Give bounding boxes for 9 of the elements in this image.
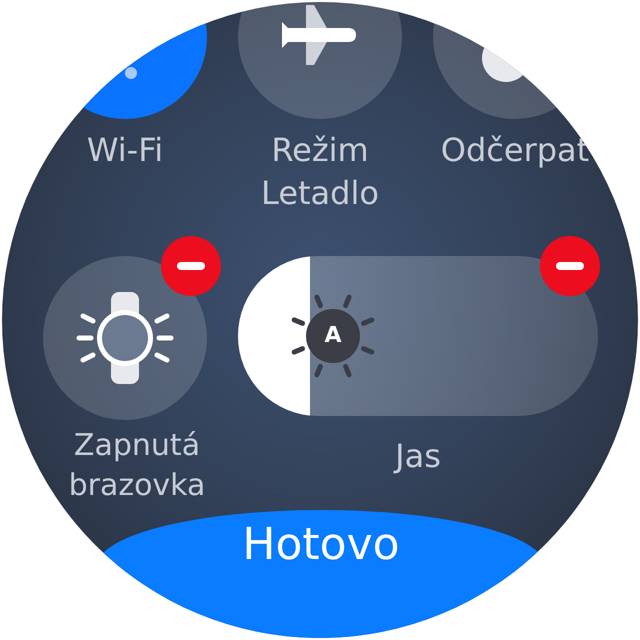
auto-brightness-label: A: [323, 322, 343, 350]
brightness-slider[interactable]: A: [238, 256, 598, 416]
dot-icon: [125, 67, 137, 79]
tile-label: Zapnutá brazovka: [68, 427, 206, 505]
tile-label: Wi-Fi: [86, 130, 164, 171]
tile-label: Odčerpat: [440, 130, 590, 171]
brightness-label: Jas: [395, 436, 441, 477]
tile-label: Režim Letadlo: [260, 130, 380, 214]
watch-icon: [75, 290, 175, 386]
